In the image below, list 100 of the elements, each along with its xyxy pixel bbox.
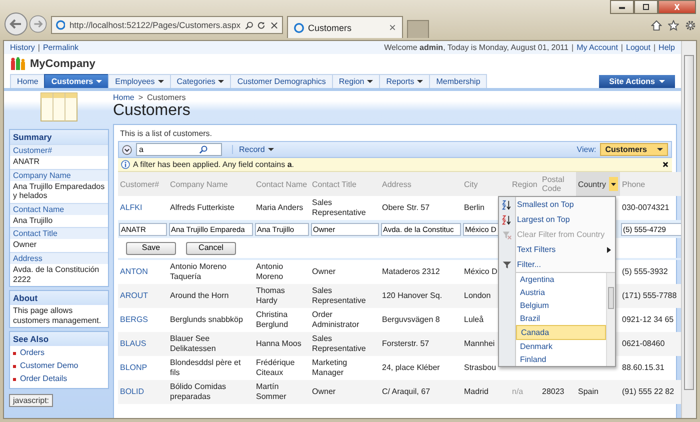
close-icon[interactable] [662,161,669,168]
field-value: Avda. de la Constitución 2222 [12,264,100,286]
caret-icon [659,80,665,84]
info-icon [121,160,130,169]
breadcrumb-link[interactable]: Home [113,93,134,102]
top-link[interactable]: History [10,43,35,52]
field-value: Ana Trujillo Emparedados y helados [12,180,106,202]
menu-tab[interactable]: Membership [429,74,488,88]
table-cell: 24, place Kléber [382,363,440,372]
browser-tab[interactable]: Customers [287,16,403,38]
table-cell: Forsterstr. 57 [382,339,430,348]
menu-item[interactable]: Smallest on Top [499,197,615,212]
page-title: Customers [113,102,192,121]
filter-message: A filter has been applied. Any field contains a. [133,160,294,169]
menu-tab[interactable]: Categories [170,74,232,88]
maximize-button[interactable] [634,0,658,14]
search-icon[interactable] [244,20,253,30]
country-option[interactable]: Austria [516,286,606,299]
see-also-link[interactable]: Orders [20,347,44,360]
record-link[interactable]: BOLID [120,387,144,396]
table-cell: Spain [578,387,598,396]
star-icon[interactable] [668,20,679,31]
country-option[interactable]: Brazil [516,312,606,325]
record-link[interactable]: ANTON [120,267,148,276]
country-option[interactable]: Denmark [516,340,606,353]
table-cell: Berlin [464,203,484,212]
settings-icon[interactable] [685,20,696,31]
search-field[interactable]: a [136,143,222,156]
bullet-icon [13,365,16,368]
menu-tab[interactable]: Reports [379,74,430,88]
table-cell: Alfreds Futterkiste [170,203,234,212]
table-cell: Obere Str. 57 [382,203,430,212]
search-input[interactable]: a [139,145,199,154]
minimize-button[interactable] [610,0,634,14]
close-window-button[interactable] [658,0,696,14]
record-menu[interactable]: Record [232,145,274,154]
view-dropdown[interactable]: Customers [600,143,668,156]
bullet-icon [13,378,16,381]
menu-tab[interactable]: Customer Demographics [230,74,333,88]
account-link[interactable]: Logout [626,43,650,52]
table-cell: 0621-08460 [622,339,665,348]
separator: | [38,43,40,52]
field-label: Address [10,252,108,264]
see-also-link[interactable]: Customer Demo [20,360,78,373]
see-also-link[interactable]: Order Details [20,372,68,386]
table-cell: México D [464,267,498,276]
menu-tab[interactable]: Customers [44,74,110,88]
close-icon[interactable] [270,20,278,30]
table-cell: Order Administrator [312,310,360,329]
menu-item[interactable]: Text Filters [499,242,615,257]
home-icon[interactable] [651,20,662,31]
table-cell: Sales Representative [312,198,366,217]
table-cell: London [464,291,491,300]
clear-filter-icon [502,230,512,240]
country-option[interactable]: Finland [516,353,606,366]
scrollbar[interactable] [606,273,615,366]
country-option[interactable]: Canada [516,325,606,340]
table-cell: Berglunds snabbköp [170,315,243,324]
chevron-icon[interactable] [122,144,132,154]
refresh-icon[interactable] [257,20,266,30]
top-link[interactable]: Permalink [42,43,79,52]
record-link[interactable]: BERGS [120,315,148,324]
menu-tab[interactable]: Home [10,74,46,88]
dropdown-icon[interactable] [609,177,618,191]
menu-tab[interactable]: Employees [108,74,171,88]
table-cell: Owner [312,387,336,396]
breadcrumb-current: Customers [147,93,186,102]
scrollbar[interactable] [681,41,696,418]
field-label: Contact Name [10,202,108,215]
separator: | [571,43,574,52]
table-cell: Marketing Manager [312,358,348,377]
cancel-button[interactable]: Cancel [186,242,236,254]
view-label: View: [576,145,596,154]
caret-icon [657,148,663,152]
account-link[interactable]: My Account [576,43,618,52]
menu-tab[interactable]: Region [332,74,380,88]
table-cell: Owner [312,267,336,276]
record-link[interactable]: BLONP [120,363,148,372]
separator: | [620,43,623,52]
back-button[interactable] [4,12,28,36]
field-label: Contact Title [10,227,108,240]
table-cell: 88.60.15.31 [622,363,664,372]
address-bar[interactable]: http://localhost:52122/Pages/Customers.aspx [51,16,283,34]
table-cell: Madrid [464,387,488,396]
country-option[interactable]: Belgium [516,299,606,312]
caret-icon [268,148,274,152]
globe-icon [294,22,304,32]
breadcrumb-separator: > [138,93,144,102]
save-button[interactable]: Save [126,242,176,254]
country-option[interactable]: Argentina [516,273,606,286]
table-cell: Blondesddsl père et fils [170,358,241,377]
menu-item[interactable]: Filter... [499,257,615,272]
field-value: Ana Trujillo [12,214,54,227]
account-link[interactable]: Help [658,43,675,52]
search-icon[interactable] [199,145,208,154]
table-cell: Around the Horn [170,291,229,300]
forward-button[interactable] [29,15,47,33]
site-actions-button[interactable]: Site Actions [599,75,675,88]
record-link[interactable]: ALFKI [120,203,142,212]
about-text: This page allows customers management. [12,305,102,327]
